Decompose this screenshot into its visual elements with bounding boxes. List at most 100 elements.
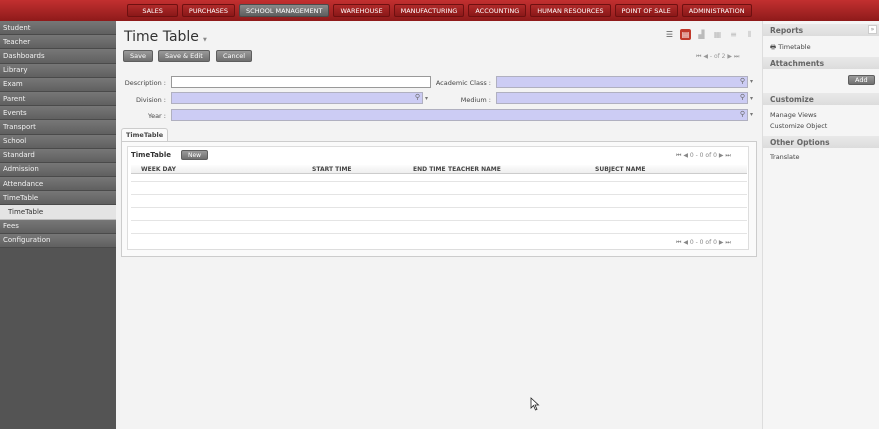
menu-school-management[interactable]: SCHOOL MANAGEMENT xyxy=(239,4,330,17)
last-page-icon[interactable]: ⏭ xyxy=(725,239,730,246)
description-label: Description : xyxy=(124,79,166,87)
menu-purchases[interactable]: PURCHASES xyxy=(181,4,236,17)
attachments-header: Attachments xyxy=(763,57,879,69)
chevron-down-icon[interactable]: ▾ xyxy=(750,78,753,85)
academic-class-label: Academic Class : xyxy=(435,79,491,87)
save-and-edit-button[interactable]: Save & Edit xyxy=(158,50,210,62)
list-view-icon[interactable]: ☰ xyxy=(664,29,675,40)
record-pager: ⏮ ◀ - of 2 ▶ ⏭ xyxy=(696,53,739,61)
cancel-button[interactable]: Cancel xyxy=(216,50,253,62)
division-field[interactable]: ⚲ xyxy=(171,92,423,104)
sidebar-item-dashboards[interactable]: Dashboards xyxy=(0,49,116,64)
sidebar-item-teacher[interactable]: Teacher xyxy=(0,35,116,50)
menu-sales[interactable]: SALES xyxy=(127,4,178,17)
calendar-view-icon[interactable]: ▦ xyxy=(712,29,723,40)
right-panel: Reports » 🖶 Timetable Attachments Add Cu… xyxy=(762,21,879,429)
prev-page-icon[interactable]: ◀ xyxy=(683,152,688,159)
sidebar-item-library[interactable]: Library xyxy=(0,63,116,78)
division-label: Division : xyxy=(135,96,166,104)
new-button[interactable]: New xyxy=(181,150,209,160)
top-menu-bar: SALES PURCHASES SCHOOL MANAGEMENT WAREHO… xyxy=(0,0,879,21)
table-row xyxy=(131,220,747,221)
grid-title: TimeTable xyxy=(131,151,171,159)
sidebar-item-configuration[interactable]: Configuration xyxy=(0,233,116,248)
description-field[interactable] xyxy=(171,76,431,88)
year-field[interactable]: ⚲ xyxy=(171,109,748,121)
next-page-icon[interactable]: ▶ xyxy=(719,239,724,246)
year-label: Year : xyxy=(147,112,166,120)
column-teacher-name[interactable]: TEACHER NAME xyxy=(448,166,501,173)
title-dropdown-icon[interactable]: ▼ xyxy=(203,37,207,43)
kanban-view-icon[interactable]: ⫴ xyxy=(744,29,755,40)
sidebar-item-student[interactable]: Student xyxy=(0,21,116,36)
first-page-icon[interactable]: ⏮ xyxy=(676,239,681,246)
sidebar-item-attendance[interactable]: Attendance xyxy=(0,177,116,192)
pager-status: - of 2 xyxy=(709,53,726,60)
table-row xyxy=(131,233,747,234)
prev-page-icon[interactable]: ◀ xyxy=(683,239,688,246)
other-options-header: Other Options xyxy=(763,136,879,148)
column-end-time[interactable]: END TIME xyxy=(413,166,446,173)
graph-view-icon[interactable]: ▟ xyxy=(696,29,707,40)
menu-manufacturing[interactable]: MANUFACTURING xyxy=(393,4,465,17)
tab-timetable[interactable]: TimeTable xyxy=(121,128,169,141)
form-view-icon[interactable]: ▤ xyxy=(680,29,691,40)
sidebar-item-admission[interactable]: Admission xyxy=(0,162,116,178)
table-row xyxy=(131,207,747,208)
printer-icon: 🖶 xyxy=(770,43,777,51)
grid-header: WEEK DAY START TIME END TIME TEACHER NAM… xyxy=(131,165,747,174)
menu-administration[interactable]: ADMINISTRATION xyxy=(681,4,752,17)
last-page-icon[interactable]: ⏭ xyxy=(725,152,730,159)
collapse-panel-icon[interactable]: » xyxy=(868,25,877,34)
customize-header: Customize xyxy=(763,93,879,105)
report-link-label: Timetable xyxy=(778,43,811,51)
menu-accounting[interactable]: ACCOUNTING xyxy=(468,4,527,17)
sidebar-item-transport[interactable]: Transport xyxy=(0,120,116,135)
sidebar-item-school[interactable]: School xyxy=(0,134,116,149)
chevron-down-icon[interactable]: ▾ xyxy=(750,95,753,102)
gantt-view-icon[interactable]: ≡ xyxy=(728,29,739,40)
grid-pager-status: 0 - 0 of 0 xyxy=(689,239,717,246)
academic-class-field[interactable]: ⚲ xyxy=(496,76,748,88)
menu-point-of-sale[interactable]: POINT OF SALE xyxy=(614,4,678,17)
tab-panel: TimeTable New ⏮ ◀ 0 - 0 of 0 ▶ ⏭ WEEK DA… xyxy=(121,141,757,257)
mouse-cursor-icon xyxy=(530,397,540,411)
last-page-icon[interactable]: ⏭ xyxy=(734,53,739,60)
add-attachment-button[interactable]: Add xyxy=(848,75,875,85)
column-subject-name[interactable]: SUBJECT NAME xyxy=(595,166,645,173)
next-page-icon[interactable]: ▶ xyxy=(727,53,732,60)
reports-header: Reports xyxy=(763,24,879,36)
customize-object-link[interactable]: Customize Object xyxy=(770,122,827,130)
sidebar-item-fees[interactable]: Fees xyxy=(0,219,116,234)
notebook: TimeTable TimeTable New ⏮ ◀ 0 - 0 of 0 ▶… xyxy=(121,128,757,257)
grid-pager-top: ⏮ ◀ 0 - 0 of 0 ▶ ⏭ xyxy=(676,152,731,160)
search-icon[interactable]: ⚲ xyxy=(740,77,745,85)
first-page-icon[interactable]: ⏮ xyxy=(696,53,701,60)
sidebar-item-parent[interactable]: Parent xyxy=(0,91,116,107)
save-button[interactable]: Save xyxy=(123,50,153,62)
sidebar-item-events[interactable]: Events xyxy=(0,106,116,121)
column-start-time[interactable]: START TIME xyxy=(312,166,352,173)
search-icon[interactable]: ⚲ xyxy=(740,93,745,101)
menu-human-resources[interactable]: HUMAN RESOURCES xyxy=(530,4,611,17)
sidebar-item-timetable[interactable]: TimeTable xyxy=(0,191,116,206)
column-week-day[interactable]: WEEK DAY xyxy=(141,166,176,173)
sidebar-item-exam[interactable]: Exam xyxy=(0,77,116,92)
page-title: Time Table xyxy=(124,29,199,45)
menu-warehouse[interactable]: WAREHOUSE xyxy=(333,4,390,17)
search-icon[interactable]: ⚲ xyxy=(740,110,745,118)
main-content: Time Table ▼ ☰ ▤ ▟ ▦ ≡ ⫴ Save Save & Edi… xyxy=(116,21,762,429)
chevron-down-icon[interactable]: ▾ xyxy=(750,111,753,118)
manage-views-link[interactable]: Manage Views xyxy=(770,111,817,119)
report-link-timetable[interactable]: 🖶 Timetable xyxy=(770,43,811,54)
translate-link[interactable]: Translate xyxy=(770,153,800,161)
medium-field[interactable]: ⚲ xyxy=(496,92,748,104)
grid-pager-bottom: ⏮ ◀ 0 - 0 of 0 ▶ ⏭ xyxy=(676,239,731,247)
first-page-icon[interactable]: ⏮ xyxy=(676,152,681,159)
table-row xyxy=(131,194,747,195)
sidebar-subitem-timetable[interactable]: TimeTable xyxy=(0,205,116,220)
prev-page-icon[interactable]: ◀ xyxy=(703,53,708,60)
sidebar-item-standard[interactable]: Standard xyxy=(0,148,116,163)
next-page-icon[interactable]: ▶ xyxy=(719,152,724,159)
table-row xyxy=(131,181,747,182)
